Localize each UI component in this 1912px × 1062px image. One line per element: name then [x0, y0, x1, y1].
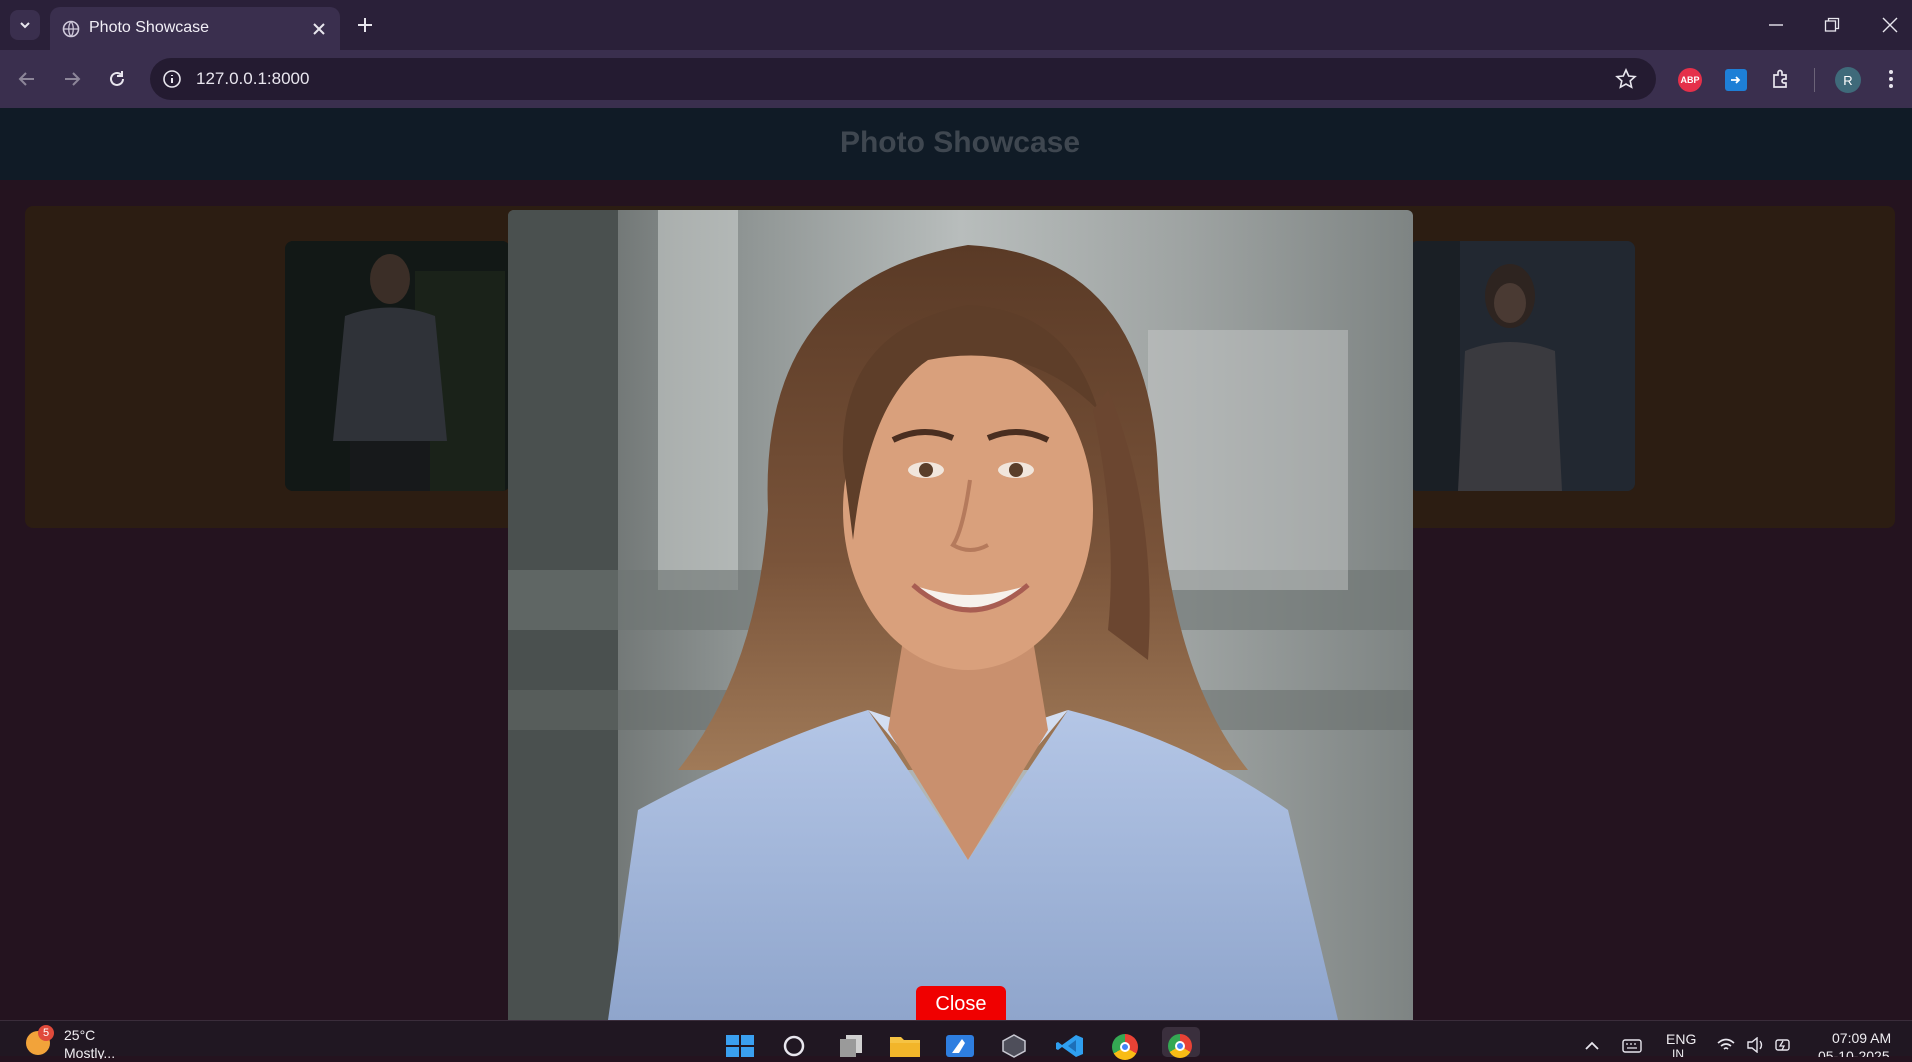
- woman-photo-image: [1410, 241, 1635, 491]
- browser-toolbar: 127.0.0.1:8000 ABP R: [0, 50, 1912, 108]
- vscode-icon[interactable]: [1056, 1034, 1084, 1058]
- new-tab-icon[interactable]: [356, 16, 374, 34]
- app-icon-blue[interactable]: [946, 1035, 974, 1057]
- tab-title: Photo Showcase: [89, 19, 210, 36]
- weather-widget[interactable]: 5 25°C Mostly...: [26, 1025, 146, 1059]
- screen-extension-icon[interactable]: [1725, 69, 1747, 91]
- globe-icon: [62, 20, 80, 38]
- modal-enlarged-photo: [508, 210, 1413, 1020]
- weather-description: Mostly...: [64, 1045, 116, 1059]
- show-hidden-icons-chevron[interactable]: [1584, 1041, 1600, 1051]
- windows-taskbar: 5 25°C Mostly... ENG IN 07:09 AM 05-10-2…: [0, 1020, 1912, 1060]
- profile-avatar[interactable]: R: [1835, 67, 1861, 93]
- battery-icon[interactable]: [1774, 1036, 1794, 1054]
- woman-portrait-image: [508, 210, 1413, 1020]
- close-window-icon[interactable]: [1882, 17, 1898, 33]
- start-button[interactable]: [726, 1035, 754, 1057]
- forward-icon[interactable]: [62, 69, 82, 89]
- gallery-photo-man[interactable]: [285, 241, 510, 491]
- address-bar[interactable]: 127.0.0.1:8000: [150, 58, 1656, 100]
- tab-search-button[interactable]: [10, 10, 40, 40]
- app-icon-cube[interactable]: [1001, 1034, 1027, 1058]
- back-icon[interactable]: [17, 69, 37, 89]
- menu-kebab-icon[interactable]: [1886, 68, 1896, 90]
- weather-temperature: 25°C: [64, 1027, 96, 1043]
- chrome-icon[interactable]: [1112, 1034, 1138, 1060]
- task-view-icon[interactable]: [838, 1035, 864, 1057]
- notification-count: 5: [42, 1027, 50, 1039]
- url-text: 127.0.0.1:8000: [196, 69, 310, 88]
- clock-time[interactable]: 07:09 AM: [1832, 1030, 1891, 1046]
- modal-close-button[interactable]: Close: [916, 986, 1006, 1020]
- chevron-down-icon: [20, 22, 30, 29]
- page-title: Photo Showcase: [839, 126, 1081, 159]
- chrome-active-icon[interactable]: [1162, 1027, 1200, 1058]
- restore-icon[interactable]: [1824, 17, 1840, 33]
- volume-icon[interactable]: [1746, 1037, 1766, 1053]
- browser-tab-strip: Photo Showcase: [0, 0, 1912, 50]
- profile-initial: R: [1843, 72, 1853, 88]
- bookmark-star-icon[interactable]: [1615, 68, 1637, 90]
- keyboard-icon[interactable]: [1622, 1039, 1642, 1053]
- wifi-icon[interactable]: [1716, 1037, 1736, 1053]
- tab-photo-showcase[interactable]: Photo Showcase: [50, 7, 340, 50]
- extensions-puzzle-icon[interactable]: [1770, 68, 1792, 90]
- language-indicator[interactable]: ENG: [1666, 1031, 1696, 1047]
- windows-logo-icon: [726, 1035, 754, 1057]
- close-tab-icon[interactable]: [312, 22, 326, 36]
- toolbar-divider: [1814, 68, 1815, 92]
- man-photo-image: [285, 241, 510, 491]
- page-viewport: Photo Showcase Close: [0, 108, 1912, 1020]
- adblock-badge: ABP: [1680, 75, 1700, 85]
- search-icon[interactable]: [782, 1035, 806, 1057]
- page-header: Photo Showcase: [0, 108, 1912, 180]
- file-explorer-icon[interactable]: [890, 1035, 920, 1057]
- notification-count-badge: 5: [38, 1025, 54, 1041]
- gallery-photo-woman[interactable]: [1410, 241, 1635, 491]
- site-info-icon[interactable]: [162, 69, 182, 89]
- cast-icon: [1731, 76, 1741, 84]
- reload-icon[interactable]: [107, 69, 127, 89]
- minimize-icon[interactable]: [1768, 18, 1784, 32]
- adblock-extension-icon[interactable]: ABP: [1678, 68, 1702, 92]
